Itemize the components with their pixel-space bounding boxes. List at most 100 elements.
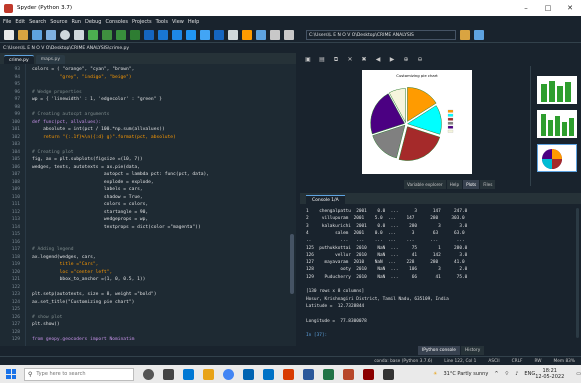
menu-edit[interactable]: Edit (15, 19, 25, 25)
code-editor[interactable]: 93 colors = ( "orange", "cyan", "brown", 9… (0, 64, 296, 346)
code-line[interactable]: 123 plt.setp(autotexts, size = 8, weight … (0, 291, 296, 298)
code-line[interactable]: 99 # Creating autocpt arguments (0, 111, 296, 118)
back-arrow-icon[interactable] (270, 29, 280, 40)
python-path-icon[interactable] (242, 29, 252, 40)
code-line[interactable]: 115 (0, 231, 296, 238)
language-indicator[interactable]: ENG (524, 371, 535, 377)
menu-source[interactable]: Source (50, 19, 67, 25)
step-into-icon[interactable] (172, 29, 182, 40)
preferences-icon[interactable] (74, 29, 84, 40)
notifications-icon[interactable]: ▭ (576, 371, 581, 377)
code-line[interactable]: 117 # Adding legend (0, 246, 296, 253)
tab-maps-py[interactable]: maps.py (35, 55, 65, 64)
code-line[interactable]: 97 wp = { 'linewidth' : 1, 'edgecolor' : … (0, 96, 296, 103)
menu-file[interactable]: File (3, 19, 11, 25)
remove-all-plots-icon[interactable]: ✖ (360, 56, 368, 64)
tab-variable-explorer[interactable]: Variable explorer (404, 180, 446, 189)
next-plot-icon[interactable]: ▶ (388, 56, 396, 64)
step-icon[interactable] (158, 29, 168, 40)
code-line[interactable]: 96 # Wedge properties (0, 89, 296, 96)
tray-chevron-icon[interactable]: ^ (494, 371, 498, 377)
maximize-pane-icon[interactable] (228, 29, 238, 40)
close-button[interactable]: ✕ (559, 4, 581, 12)
code-line[interactable]: 124 ax.set_title("Customizing pie chart") (0, 299, 296, 306)
code-line[interactable]: 119 title ="Cars", (0, 261, 296, 268)
tab-ipython-console[interactable]: IPython console (418, 346, 460, 355)
store-icon[interactable] (243, 368, 254, 380)
plot-thumbnail[interactable] (537, 76, 577, 104)
code-line[interactable]: 108 explode = explode, (0, 179, 296, 186)
code-line[interactable]: 111 colors = colors, (0, 201, 296, 208)
tab-plots[interactable]: Plots (463, 180, 480, 189)
code-line[interactable]: 114 textprops = dict(color ="magenta")) (0, 224, 296, 231)
tab-files[interactable]: Files (480, 180, 496, 189)
open-file-icon[interactable] (18, 29, 28, 40)
continue-icon[interactable] (200, 29, 210, 40)
powerpoint-icon[interactable] (343, 368, 354, 380)
browse-folder-icon[interactable] (460, 29, 470, 40)
code-line[interactable]: 118 ax.legend(wedges, cars, (0, 254, 296, 261)
tab-crime-py[interactable]: crime.py (4, 55, 34, 64)
parent-dir-icon[interactable] (474, 29, 484, 40)
previous-plot-icon[interactable]: ◀ (374, 56, 382, 64)
code-line[interactable]: 113 wedgeprops = wp, (0, 216, 296, 223)
globe-icon[interactable] (60, 29, 70, 40)
mail-icon[interactable] (263, 368, 274, 380)
code-line[interactable]: 129 from geopy.geocoders import Nominatim (0, 336, 296, 343)
code-line[interactable]: 100 def func(pct, allvalues): (0, 119, 296, 126)
plot-thumbnail[interactable] (537, 110, 577, 138)
run-cell-advance-icon[interactable] (116, 29, 126, 40)
code-line[interactable]: 95 (0, 81, 296, 88)
menu-search[interactable]: Search (29, 19, 46, 25)
excel-icon[interactable] (323, 368, 334, 380)
save-plot-icon[interactable]: ▣ (304, 56, 312, 64)
menu-debug[interactable]: Debug (85, 19, 101, 25)
minimize-button[interactable]: – (515, 4, 537, 12)
code-line[interactable]: 110 shadow = True, (0, 194, 296, 201)
code-line[interactable]: 116 (0, 239, 296, 246)
new-file-icon[interactable] (4, 29, 14, 40)
ipython-console[interactable]: 1 chengalpattu 2001 0.0 ... 3 147 247.0 2… (300, 204, 581, 344)
code-line[interactable]: 103 (0, 141, 296, 148)
edge-icon[interactable] (183, 368, 194, 380)
volume-icon[interactable]: ♪ (515, 371, 518, 377)
windows-start-icon[interactable] (6, 369, 16, 379)
forward-arrow-icon[interactable] (284, 29, 294, 40)
code-line[interactable]: 128 (0, 329, 296, 336)
tab-history[interactable]: History (460, 346, 485, 355)
debug-icon[interactable] (144, 29, 154, 40)
save-all-plots-icon[interactable]: ▤ (318, 56, 326, 64)
zoom-out-icon[interactable]: ⊖ (416, 56, 424, 64)
code-line[interactable]: 112 startangle = 90, (0, 209, 296, 216)
network-icon[interactable]: ⌔ (505, 371, 510, 377)
code-line[interactable]: 94 "grey", "indigo", "beige") (0, 74, 296, 81)
console-scrollbar[interactable] (576, 208, 579, 338)
spyder-taskbar-icon[interactable] (363, 368, 374, 380)
wrench-icon[interactable] (256, 29, 266, 40)
code-line[interactable]: 127 plt.show() (0, 321, 296, 328)
menu-view[interactable]: View (172, 19, 184, 25)
zoom-in-icon[interactable]: ⊕ (402, 56, 410, 64)
tab-console-1[interactable]: Console 1/A (306, 195, 345, 204)
code-line[interactable]: 120 loc ="center left", (0, 269, 296, 276)
run-selection-icon[interactable] (130, 29, 140, 40)
menu-help[interactable]: Help (188, 19, 199, 25)
code-line[interactable]: 107 autopct = lambda pct: func(pct, data… (0, 171, 296, 178)
run-cell-icon[interactable] (102, 29, 112, 40)
remove-plot-icon[interactable]: ✕ (346, 56, 354, 64)
code-line[interactable]: 109 labels = cars, (0, 186, 296, 193)
code-line[interactable]: 126 # show plot (0, 314, 296, 321)
code-line[interactable]: 122 (0, 284, 296, 291)
menu-consoles[interactable]: Consoles (105, 19, 127, 25)
menu-run[interactable]: Run (71, 19, 81, 25)
stop-debug-icon[interactable] (214, 29, 224, 40)
save-icon[interactable] (32, 29, 42, 40)
run-file-icon[interactable] (88, 29, 98, 40)
menu-projects[interactable]: Projects (132, 19, 152, 25)
task-view-icon[interactable] (163, 368, 174, 380)
code-line[interactable]: 121 bbox_to_anchor =(1, 0, 0.5, 1)) (0, 276, 296, 283)
code-line[interactable]: 106 wedges, texts, autotexts = ax.pie(dat… (0, 164, 296, 171)
terminal-icon[interactable] (383, 368, 394, 380)
plot-thumbnail-selected[interactable] (537, 144, 577, 172)
code-line[interactable]: 102 return "{:.1f}%\n({:d} g)".format(pc… (0, 134, 296, 141)
